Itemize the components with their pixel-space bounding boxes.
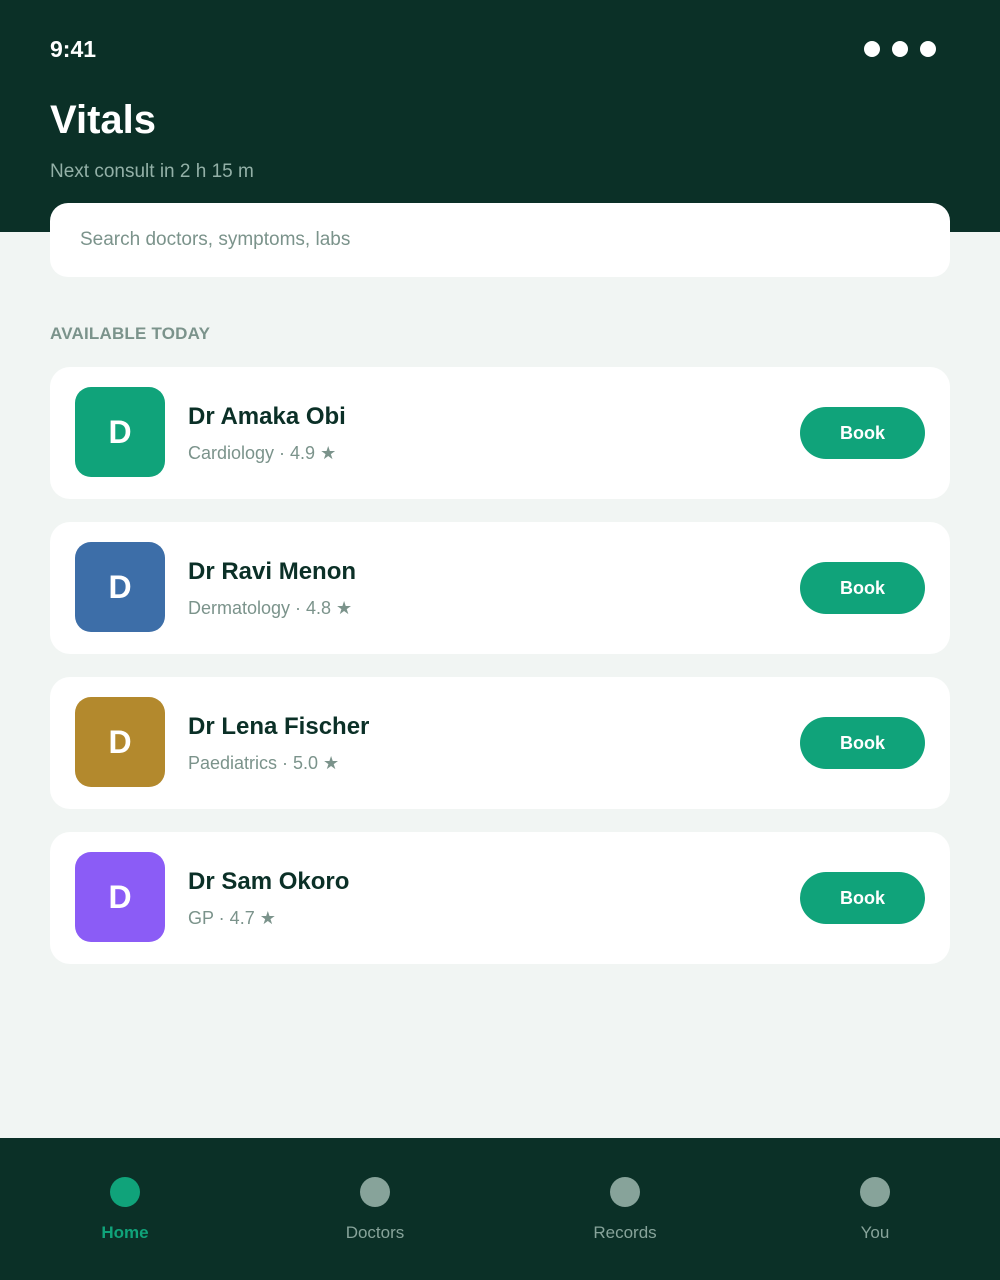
tab-label: Home bbox=[101, 1223, 149, 1242]
book-button[interactable]: Book bbox=[800, 407, 925, 459]
home-icon bbox=[110, 1177, 140, 1207]
next-consult-text: Next consult in 2 h 15 m bbox=[50, 161, 254, 182]
doctor-name: Dr Lena Fischer bbox=[188, 713, 370, 740]
tab-records[interactable]: Records bbox=[500, 1138, 750, 1280]
avatar: D bbox=[75, 542, 165, 632]
tab-you[interactable]: You bbox=[750, 1138, 1000, 1280]
doctor-list: D Dr Amaka Obi Cardiology · 4.9 ★ Book D… bbox=[50, 367, 950, 964]
dot-icon bbox=[920, 41, 936, 57]
doctor-meta: Cardiology · 4.9 ★ bbox=[188, 443, 337, 463]
app-header: 9:41 Vitals Next consult in 2 h 15 m bbox=[0, 0, 1000, 232]
dot-icon bbox=[892, 41, 908, 57]
tab-label: You bbox=[860, 1223, 890, 1242]
page-title: Vitals bbox=[50, 98, 156, 142]
tab-label: Doctors bbox=[345, 1223, 405, 1242]
book-button[interactable]: Book bbox=[800, 872, 925, 924]
avatar: D bbox=[75, 697, 165, 787]
doctor-name: Dr Amaka Obi bbox=[188, 403, 346, 430]
dot-icon bbox=[864, 41, 880, 57]
tab-doctors[interactable]: Doctors bbox=[250, 1138, 500, 1280]
section-label: AVAILABLE TODAY bbox=[50, 324, 211, 343]
records-icon bbox=[610, 1177, 640, 1207]
search-bar[interactable] bbox=[50, 203, 950, 277]
doctor-name: Dr Ravi Menon bbox=[188, 558, 357, 585]
doctor-card[interactable]: D Dr Sam Okoro GP · 4.7 ★ Book bbox=[50, 832, 950, 964]
doctor-card[interactable]: D Dr Amaka Obi Cardiology · 4.9 ★ Book bbox=[50, 367, 950, 499]
doctor-card[interactable]: D Dr Ravi Menon Dermatology · 4.8 ★ Book bbox=[50, 522, 950, 654]
doctor-meta: GP · 4.7 ★ bbox=[188, 908, 276, 928]
doctor-meta: Paediatrics · 5.0 ★ bbox=[188, 753, 340, 773]
doctor-meta: Dermatology · 4.8 ★ bbox=[188, 598, 353, 618]
bottom-tab-bar: Home Doctors Records You bbox=[0, 1138, 1000, 1280]
doctor-card[interactable]: D Dr Lena Fischer Paediatrics · 5.0 ★ Bo… bbox=[50, 677, 950, 809]
profile-icon bbox=[860, 1177, 890, 1207]
doctors-icon bbox=[360, 1177, 390, 1207]
tab-home[interactable]: Home bbox=[0, 1138, 250, 1280]
book-button[interactable]: Book bbox=[800, 562, 925, 614]
book-button[interactable]: Book bbox=[800, 717, 925, 769]
avatar: D bbox=[75, 852, 165, 942]
search-input[interactable] bbox=[80, 229, 950, 251]
status-time: 9:41 bbox=[50, 36, 97, 62]
avatar: D bbox=[75, 387, 165, 477]
doctor-name: Dr Sam Okoro bbox=[188, 868, 350, 895]
tab-label: Records bbox=[593, 1223, 657, 1242]
more-menu-icon[interactable] bbox=[864, 41, 936, 57]
